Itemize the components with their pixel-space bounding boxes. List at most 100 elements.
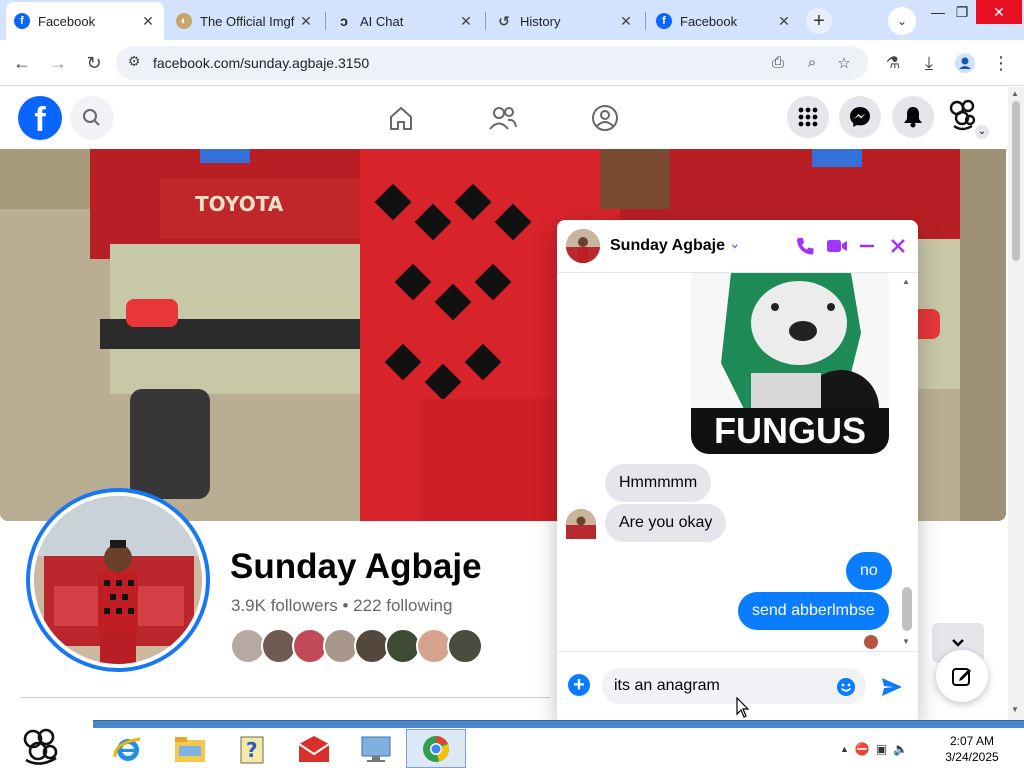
video-call-button[interactable]: [825, 234, 849, 258]
start-logo-icon: [23, 728, 58, 765]
sticker-message[interactable]: FUNGUS: [691, 273, 889, 454]
menu-kebab-icon[interactable]: ⋮: [988, 50, 1014, 76]
message-bubble-outgoing[interactable]: no: [846, 552, 892, 590]
help-icon: ?: [240, 736, 264, 763]
home-nav[interactable]: [386, 103, 416, 133]
message-input[interactable]: [602, 668, 866, 704]
tab-title: Facebook: [680, 13, 738, 29]
facebook-search-button[interactable]: [70, 96, 114, 140]
chat-scrollbar[interactable]: ▲ ▼: [900, 273, 912, 651]
profile-nav[interactable]: [590, 103, 620, 133]
bookmark-star-icon[interactable]: ☆: [834, 54, 854, 74]
minimize-icon: [860, 244, 874, 248]
tab-ai-chat[interactable]: ↄ AI Chat ✕: [328, 4, 482, 38]
tray-display-icon[interactable]: ▣: [876, 742, 887, 756]
taskbar-internet-explorer[interactable]: [98, 729, 158, 768]
tab-facebook[interactable]: f Facebook ✕: [6, 2, 164, 40]
system-clock[interactable]: 2:07 AM 3/24/2025: [940, 733, 1004, 765]
page-scrollbar[interactable]: ▲ ▼: [1008, 87, 1024, 720]
clock-date: 3/24/2025: [945, 750, 999, 764]
chevron-down-icon: ⌄: [896, 14, 908, 28]
message-bubble-incoming[interactable]: Hmmmmm: [605, 464, 712, 502]
zoom-icon[interactable]: ⌕: [802, 54, 822, 74]
back-button[interactable]: ←: [9, 50, 35, 76]
friend-avatar[interactable]: [447, 628, 483, 664]
profile-picture-image: [34, 496, 202, 664]
close-icon[interactable]: ✕: [618, 13, 634, 30]
grid-menu-icon: [798, 107, 818, 127]
notifications-button[interactable]: [892, 96, 934, 138]
account-menu-chevron[interactable]: ⌄: [975, 125, 989, 139]
chat-contact-name[interactable]: Sunday Agbaje: [610, 237, 725, 255]
tab-imgflip[interactable]: ◐ The Official Imgf ✕: [168, 4, 322, 38]
profile-circle-icon: [592, 105, 618, 131]
taskbar-control-panel[interactable]: [346, 729, 406, 768]
phone-icon: [797, 238, 814, 255]
labs-flask-icon[interactable]: ⚗: [880, 50, 906, 76]
imgflip-icon: ◐: [176, 13, 192, 29]
message-bubble-incoming[interactable]: Are you okay: [605, 504, 727, 542]
tab-search-button[interactable]: ⌄: [888, 7, 916, 35]
sticker-caption: FUNGUS: [691, 408, 889, 454]
more-actions-plus-icon[interactable]: +: [568, 674, 590, 696]
scroll-down-arrow[interactable]: ▼: [902, 637, 910, 646]
chat-contact-avatar[interactable]: [566, 229, 600, 263]
close-icon[interactable]: ✕: [458, 13, 474, 30]
close-icon[interactable]: ✕: [298, 13, 314, 30]
friends-nav[interactable]: [488, 103, 518, 133]
profile-follow-stats[interactable]: 3.9K followers • 222 following: [231, 596, 452, 616]
download-icon[interactable]: ⤓: [916, 50, 942, 76]
message-sender-avatar[interactable]: [566, 509, 596, 539]
taskbar-chrome[interactable]: [406, 729, 466, 768]
minimize-chat-button[interactable]: [855, 234, 879, 258]
chat-header: Sunday Agbaje ⌄: [557, 220, 918, 273]
taskbar-app-red[interactable]: [284, 729, 344, 768]
red-envelope-icon: [298, 735, 330, 762]
scroll-up-arrow[interactable]: ▲: [1011, 89, 1019, 98]
messenger-button[interactable]: [839, 96, 881, 138]
taskbar-file-explorer[interactable]: [160, 729, 220, 768]
profile-picture[interactable]: [26, 488, 210, 672]
send-icon[interactable]: [880, 675, 904, 699]
forward-button[interactable]: →: [45, 50, 71, 76]
close-icon[interactable]: ✕: [140, 13, 156, 30]
tab-history[interactable]: ↺ History ✕: [488, 4, 642, 38]
reload-button[interactable]: ↻: [81, 50, 107, 76]
tray-volume-muted-icon[interactable]: 🔈: [893, 742, 908, 756]
bell-icon: [904, 107, 922, 128]
new-tab-button[interactable]: +: [806, 8, 832, 34]
tab-facebook-2[interactable]: f Facebook ✕: [648, 4, 800, 38]
url-text[interactable]: facebook.com/sunday.agbaje.3150: [153, 55, 369, 71]
restore-button[interactable]: ❐: [946, 0, 978, 24]
menu-button[interactable]: [787, 96, 829, 138]
chat-messages[interactable]: FUNGUS Hmmmmm Are you okay no send abber…: [557, 273, 918, 651]
tab-title: AI Chat: [360, 13, 404, 29]
chevron-down-icon[interactable]: ⌄: [729, 235, 741, 252]
install-app-icon[interactable]: ⎙: [768, 54, 788, 74]
facebook-logo[interactable]: f: [18, 96, 62, 140]
address-bar[interactable]: ⚙ facebook.com/sunday.agbaje.3150 ⎙ ⌕ ☆: [116, 46, 868, 80]
close-chat-button[interactable]: [886, 234, 910, 258]
home-icon: [390, 107, 412, 130]
emoji-icon[interactable]: [836, 677, 856, 697]
taskbar-help[interactable]: ?: [222, 729, 282, 768]
voice-call-button[interactable]: [793, 234, 817, 258]
new-message-button[interactable]: [936, 650, 988, 702]
chat-scrollbar-thumb[interactable]: [902, 587, 912, 631]
scroll-down-arrow[interactable]: ▼: [1011, 705, 1019, 714]
page-scrollbar-thumb[interactable]: [1012, 101, 1020, 261]
browser-toolbar: ← → ↻ ⚙ facebook.com/sunday.agbaje.3150 …: [0, 40, 1024, 86]
site-info-icon[interactable]: ⚙: [124, 53, 144, 73]
tray-network-error-icon[interactable]: ⛔: [855, 742, 870, 756]
message-bubble-outgoing[interactable]: send abberlmbse: [738, 592, 889, 630]
tab-divider: [325, 12, 326, 30]
tray-expand-icon[interactable]: ▲: [840, 744, 849, 754]
scroll-up-arrow[interactable]: ▲: [902, 277, 910, 286]
profile-avatar-icon[interactable]: [952, 50, 978, 76]
seen-indicator-avatar: [864, 635, 878, 649]
close-icon[interactable]: ✕: [776, 13, 792, 30]
window-close-button[interactable]: ✕: [976, 0, 1022, 24]
search-icon: [83, 109, 100, 126]
start-button[interactable]: [18, 724, 64, 768]
facebook-icon: f: [656, 13, 672, 29]
